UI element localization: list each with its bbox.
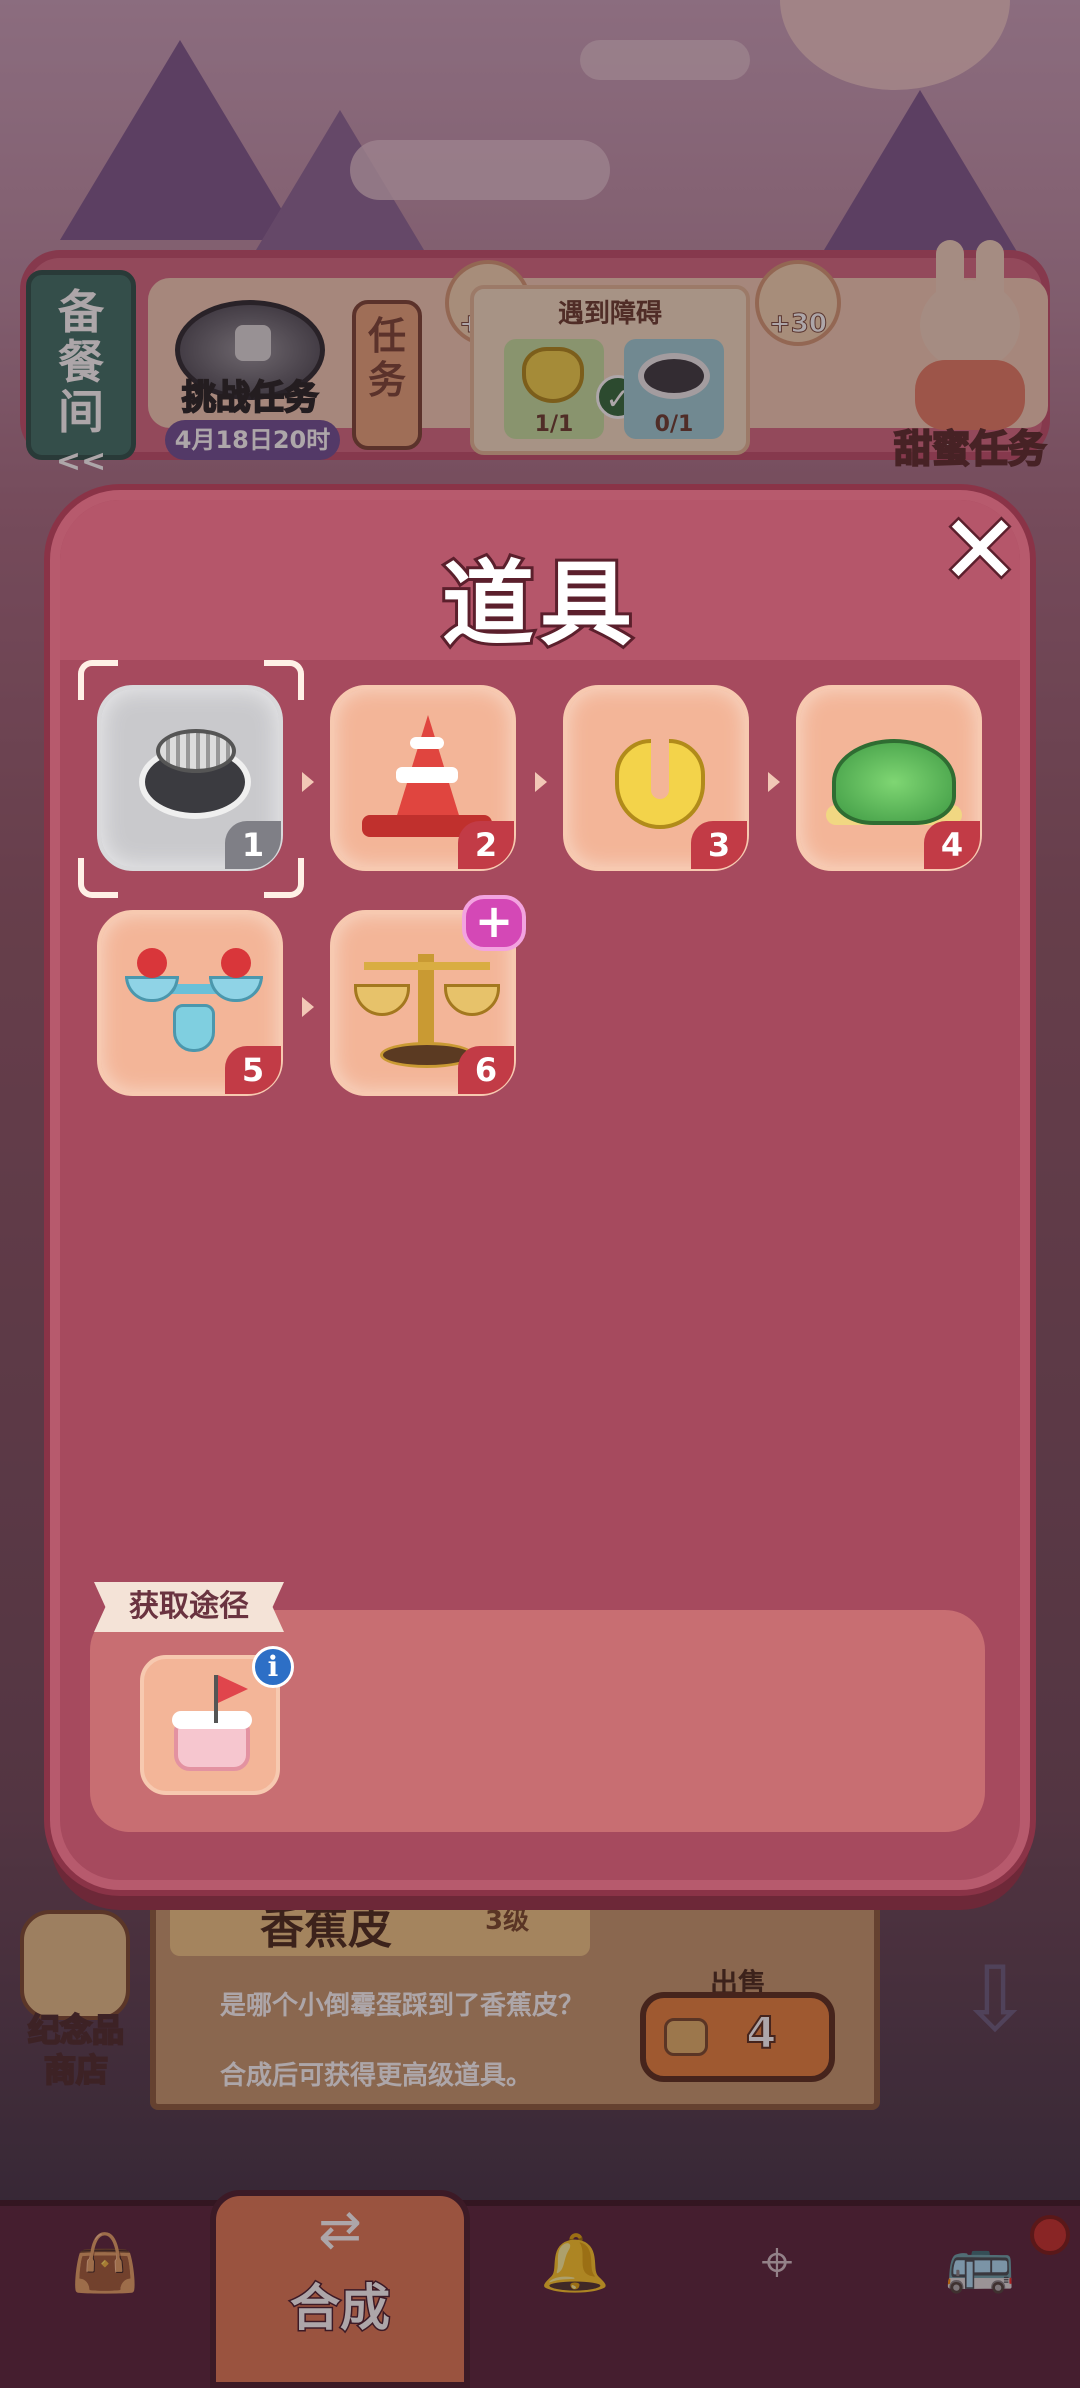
prop-item-2[interactable]: 2 — [330, 685, 516, 871]
plus-icon[interactable]: + — [462, 895, 526, 951]
chain-arrow-icon — [302, 772, 314, 792]
prop-item-5[interactable]: 5 — [97, 910, 283, 1096]
acquisition-label: 获取途径 — [94, 1582, 284, 1632]
modal-title: 道具 — [439, 548, 638, 661]
chain-arrow-icon — [302, 997, 314, 1017]
close-icon[interactable]: ✕ — [930, 498, 1030, 603]
prop-item-4[interactable]: 4 — [796, 685, 982, 871]
selection-corner — [264, 660, 304, 700]
chain-arrow-icon — [768, 772, 780, 792]
prop-item-3[interactable]: 3 — [563, 685, 749, 871]
selection-corner — [78, 858, 118, 898]
turtle-shell-icon — [832, 739, 956, 825]
chain-arrow-icon — [535, 772, 547, 792]
info-icon[interactable]: i — [252, 1646, 294, 1688]
selection-corner — [264, 858, 304, 898]
selection-corner — [78, 660, 118, 700]
prop-item-1[interactable]: 1 — [97, 685, 283, 871]
